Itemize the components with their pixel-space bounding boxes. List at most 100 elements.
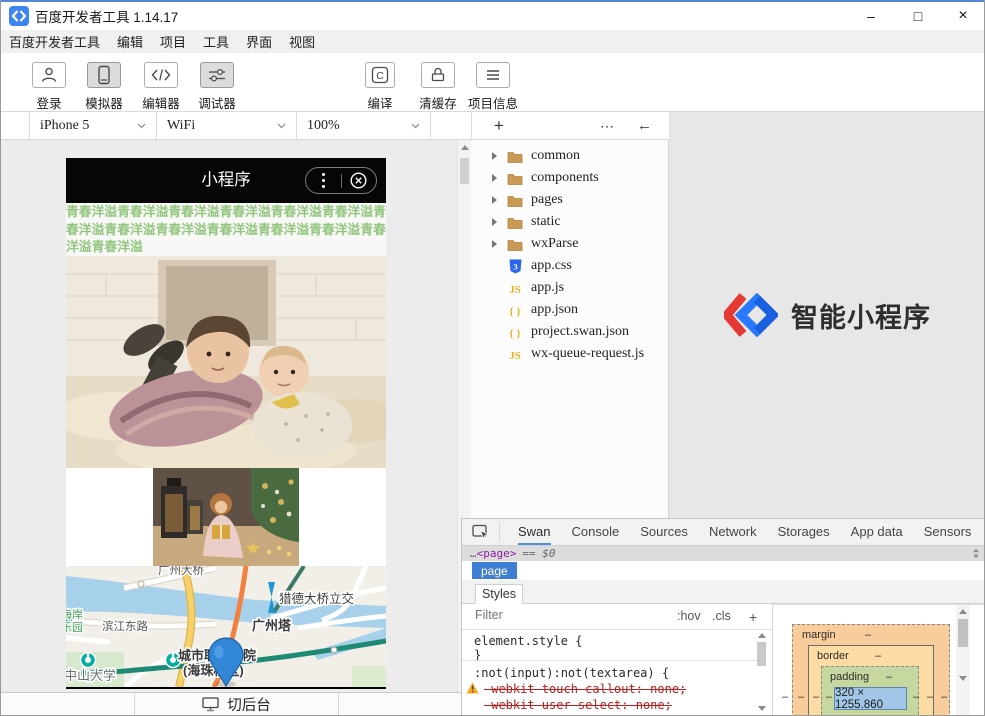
scrollbar-thumb[interactable]: [460, 158, 469, 184]
class-toggle[interactable]: .cls: [712, 609, 731, 623]
file-tree: common components pages static wxParse 3…: [471, 140, 669, 518]
app-logo-icon: [9, 6, 29, 26]
map-label-bridge: 广州大桥: [158, 566, 204, 577]
styles-tab-bar: Styles: [462, 580, 985, 604]
maximize-button[interactable]: □: [901, 2, 935, 30]
breadcrumb-page[interactable]: page: [472, 562, 517, 579]
scroll-down-arrow[interactable]: [959, 676, 967, 681]
js-file-icon: JS: [506, 282, 524, 295]
menu-tools[interactable]: 工具: [203, 32, 229, 51]
js-file-icon: JS: [506, 348, 524, 361]
css-prop-touch-callout[interactable]: -webkit-touch-callout: none;: [484, 682, 686, 696]
devtools-tab-bar: Swan Console Sources Network Storages Ap…: [462, 519, 985, 546]
map-view[interactable]: 广州大桥 滨江东路 猎德大桥立交 广州塔 城市职业学院 (海珠校区) 中山大学 …: [66, 566, 386, 687]
menu-view[interactable]: 视图: [289, 32, 315, 51]
clear-cache-button[interactable]: 清缓存: [410, 62, 466, 112]
tab-swan[interactable]: Swan: [518, 519, 551, 545]
debugger-button[interactable]: 调试器: [189, 62, 245, 112]
menu-edit[interactable]: 编辑: [117, 32, 143, 51]
switch-background-button[interactable]: 切后台: [134, 693, 339, 716]
tree-folder-wxparse[interactable]: wxParse: [471, 233, 668, 255]
menu-dots-button[interactable]: [306, 173, 341, 189]
tree-file-projectjson[interactable]: { } project.swan.json: [471, 321, 668, 343]
tab-sources[interactable]: Sources: [640, 519, 688, 545]
new-style-rule-button[interactable]: +: [749, 609, 757, 625]
tree-file-appjs[interactable]: JS app.js: [471, 277, 668, 299]
close-button[interactable]: ×: [946, 2, 980, 30]
minimize-button[interactable]: –: [854, 2, 888, 30]
css-file-icon: 3: [506, 259, 524, 274]
expand-arrow-icon[interactable]: [492, 174, 497, 182]
map-label-tower: 广州塔: [252, 618, 292, 633]
tree-file-appcss[interactable]: 3 app.css: [471, 255, 668, 277]
scrollbar-thumb[interactable]: [958, 619, 968, 647]
compile-button[interactable]: C 编译: [352, 62, 408, 112]
scroll-up-arrow[interactable]: [959, 609, 967, 614]
tab-sensors[interactable]: Sensors: [924, 519, 972, 545]
title-bar: 百度开发者工具 1.14.17 – □ ×: [1, 2, 985, 30]
expand-arrow-icon[interactable]: [492, 196, 497, 204]
hover-state-toggle[interactable]: :hov: [677, 609, 701, 623]
folder-icon: [506, 150, 524, 163]
devtools-panel: Swan Console Sources Network Storages Ap…: [461, 518, 985, 716]
tree-folder-static[interactable]: static: [471, 211, 668, 233]
tree-folder-components[interactable]: components: [471, 167, 668, 189]
menu-app[interactable]: 百度开发者工具: [9, 32, 100, 51]
editor-button[interactable]: 编辑器: [133, 62, 189, 112]
miniapp-capsule: [305, 167, 377, 194]
rule-divider: [462, 660, 758, 661]
tab-appdata[interactable]: App data: [851, 519, 903, 545]
tree-collapse-button[interactable]: ←: [637, 112, 652, 140]
tab-console[interactable]: Console: [572, 519, 620, 545]
styles-scroll-thumb[interactable]: [757, 642, 766, 666]
scroll-up-arrow[interactable]: [461, 145, 469, 150]
svg-text:JS: JS: [509, 284, 521, 295]
tree-more-button[interactable]: ⋯: [600, 112, 614, 140]
tree-folder-pages[interactable]: pages: [471, 189, 668, 211]
box-model-pane: 320 × 1255.860 margin – border – padding…: [773, 604, 985, 716]
expand-arrow-icon[interactable]: [492, 218, 497, 226]
simulator-bottom-bar: 切后台: [1, 692, 461, 716]
styles-scroll-down[interactable]: [758, 706, 766, 711]
map-label-university: 中山大学: [66, 668, 116, 683]
inspect-cursor-icon: [472, 524, 490, 541]
monitor-icon: [202, 697, 219, 712]
simulator-button[interactable]: 模拟器: [76, 62, 132, 112]
add-file-button[interactable]: +: [494, 112, 504, 140]
chevron-down-icon: [137, 123, 146, 129]
css-prop-user-select[interactable]: -webkit-user-select: none;: [484, 698, 672, 712]
zoom-select[interactable]: 100%: [296, 112, 431, 140]
styles-scroll-up[interactable]: [758, 633, 766, 638]
svg-text:JS: JS: [509, 350, 521, 361]
marquee-text: 青春洋溢青春洋溢青春洋溢青春洋溢青春洋溢青春洋溢青春洋溢青春洋溢青春洋溢青春洋溢…: [66, 203, 386, 256]
network-select[interactable]: WiFi: [156, 112, 296, 140]
tree-file-wxqueue[interactable]: JS wx-queue-request.js: [471, 343, 668, 365]
network-value: WiFi: [167, 118, 195, 134]
not-input-selector[interactable]: :not(input):not(textarea) {: [474, 666, 669, 680]
miniapp-close-button[interactable]: [341, 172, 376, 189]
switch-background-label: 切后台: [227, 694, 271, 715]
expand-arrow-icon[interactable]: [492, 152, 497, 160]
zoom-value: 100%: [307, 118, 340, 134]
scroll-updown-icon[interactable]: [972, 548, 980, 559]
element-style-selector[interactable]: element.style {: [474, 634, 582, 648]
menu-project[interactable]: 项目: [160, 32, 186, 51]
tree-file-appjson[interactable]: { } app.json: [471, 299, 668, 321]
device-select[interactable]: iPhone 5: [29, 112, 156, 140]
styles-filter-input[interactable]: [475, 608, 625, 622]
login-button[interactable]: 登录: [21, 62, 77, 112]
tree-folder-common[interactable]: common: [471, 145, 668, 167]
toolbar: 登录 模拟器 编辑器 调试器 普通编译: [1, 53, 985, 112]
menu-interface[interactable]: 界面: [246, 32, 272, 51]
device-value: iPhone 5: [40, 118, 89, 134]
project-info-button[interactable]: 项目信息: [465, 62, 521, 112]
tab-network[interactable]: Network: [709, 519, 757, 545]
box-model-content[interactable]: 320 × 1255.860: [834, 687, 907, 710]
boxmodel-scrollbar[interactable]: [956, 605, 970, 716]
dom-selected-element-row[interactable]: …<page>== $0: [462, 546, 985, 561]
expand-arrow-icon[interactable]: [492, 240, 497, 248]
tab-storages[interactable]: Storages: [778, 519, 830, 545]
inspect-element-button[interactable]: [462, 522, 500, 542]
tab-styles[interactable]: Styles: [475, 584, 523, 604]
menu-bar: 百度开发者工具 编辑 项目 工具 界面 视图: [1, 30, 985, 53]
